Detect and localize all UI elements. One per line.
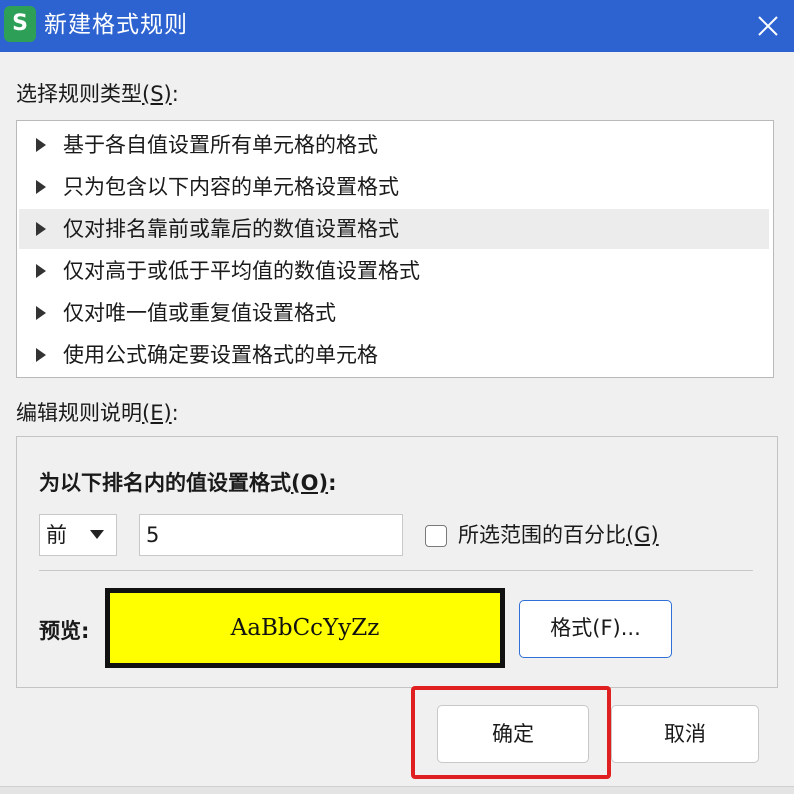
rule-type-accel: (S)	[142, 82, 172, 106]
rule-item-label: 基于各自值设置所有单元格的格式	[63, 133, 378, 157]
divider	[39, 570, 753, 571]
percent-label-text: 所选范围的百分比	[458, 523, 626, 547]
rule-item-label: 仅对排名靠前或靠后的数值设置格式	[63, 217, 399, 241]
edit-heading: 为以下排名内的值设置格式(O):	[39, 467, 336, 497]
preview-sample-text: AaBbCcYyZz	[110, 593, 500, 663]
rule-item-above-below-average[interactable]: 仅对高于或低于平均值的数值设置格式	[19, 251, 769, 291]
rule-item-unique-duplicate[interactable]: 仅对唯一值或重复值设置格式	[19, 293, 769, 333]
edit-rule-accel: (E)	[142, 401, 172, 425]
preview-label: 预览:	[39, 619, 90, 643]
rule-item-label: 使用公式确定要设置格式的单元格	[63, 343, 378, 367]
close-button[interactable]	[754, 12, 782, 40]
expand-caret-icon	[36, 138, 46, 152]
top-bottom-select[interactable]: 前	[39, 514, 117, 556]
expand-caret-icon	[36, 348, 46, 362]
percent-label: 所选范围的百分比(G)	[458, 517, 659, 553]
edit-heading-text: 为以下排名内的值设置格式	[39, 471, 291, 495]
edit-rule-label-text: 编辑规则说明	[16, 401, 142, 425]
close-icon	[758, 16, 778, 36]
rule-type-colon: :	[171, 82, 179, 106]
expand-caret-icon	[36, 180, 46, 194]
expand-caret-icon	[36, 306, 46, 320]
edit-rule-label: 编辑规则说明(E):	[16, 397, 179, 427]
percent-accel: (G)	[626, 523, 659, 547]
edit-rule-colon: :	[171, 401, 179, 425]
rule-type-label: 选择规则类型(S):	[16, 78, 179, 108]
rule-item-formula[interactable]: 使用公式确定要设置格式的单元格	[19, 335, 769, 375]
select-value: 前	[46, 523, 67, 547]
sheet-grid-strip	[0, 786, 794, 794]
title-bar: S 新建格式规则	[0, 0, 794, 52]
cancel-button[interactable]: 取消	[611, 705, 759, 763]
rule-item-each-value[interactable]: 基于各自值设置所有单元格的格式	[19, 125, 769, 165]
preview-box: AaBbCcYyZz	[105, 588, 505, 668]
percent-checkbox[interactable]	[425, 525, 447, 547]
rule-item-label: 只为包含以下内容的单元格设置格式	[63, 175, 399, 199]
edit-heading-accel: (O)	[291, 471, 329, 495]
rule-item-top-bottom[interactable]: 仅对排名靠前或靠后的数值设置格式	[19, 209, 769, 249]
wps-sheet-logo-icon: S	[4, 6, 36, 42]
format-button[interactable]: 格式(F)...	[519, 600, 672, 658]
rule-type-label-text: 选择规则类型	[16, 82, 142, 106]
rule-type-list[interactable]: 基于各自值设置所有单元格的格式 只为包含以下内容的单元格设置格式 仅对排名靠前或…	[16, 120, 774, 378]
expand-caret-icon	[36, 222, 46, 236]
dialog-title: 新建格式规则	[44, 12, 188, 38]
rule-item-label: 仅对唯一值或重复值设置格式	[63, 301, 336, 325]
edit-heading-colon: :	[328, 471, 337, 495]
edit-rule-panel: 为以下排名内的值设置格式(O): 前 5 所选范围的百分比(G) 预览: AaB…	[16, 436, 778, 688]
rule-item-contains[interactable]: 只为包含以下内容的单元格设置格式	[19, 167, 769, 207]
rank-value-input[interactable]: 5	[139, 514, 403, 556]
expand-caret-icon	[36, 264, 46, 278]
annotation-highlight-box	[411, 686, 611, 779]
rule-item-label: 仅对高于或低于平均值的数值设置格式	[63, 259, 420, 283]
dropdown-arrow-icon	[90, 530, 104, 539]
